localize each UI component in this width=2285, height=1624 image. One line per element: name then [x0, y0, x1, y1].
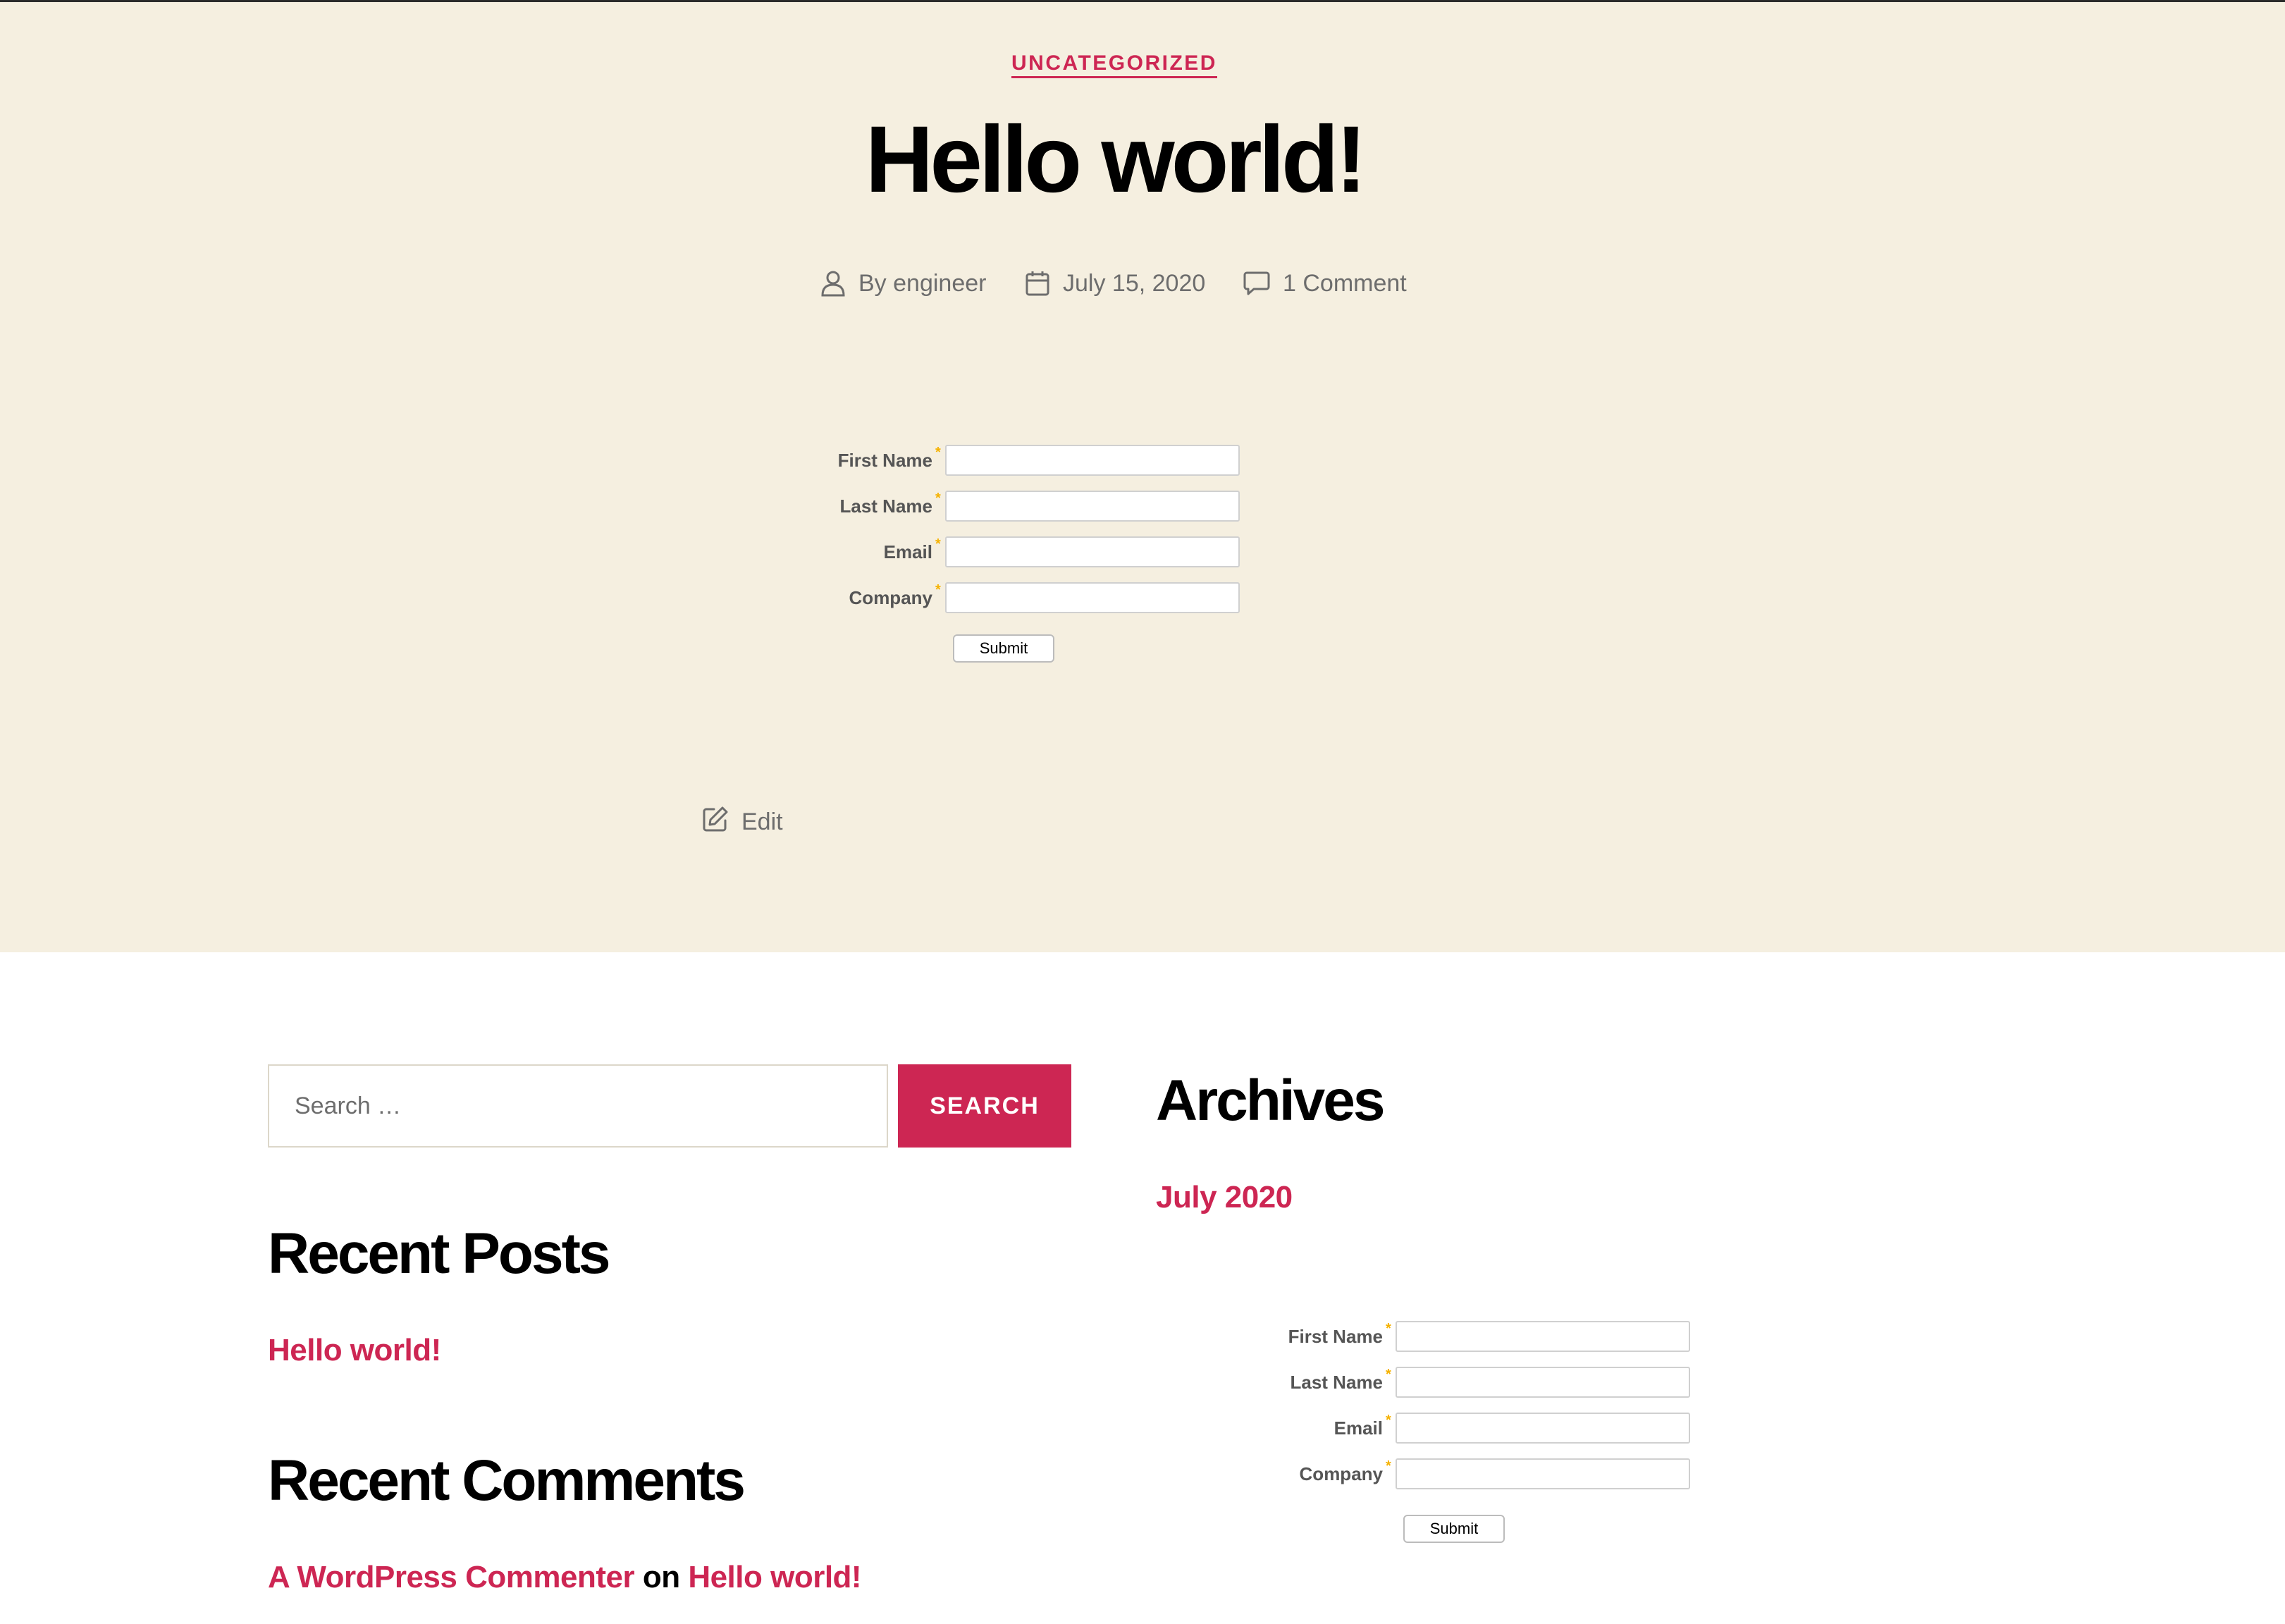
submit-button[interactable]: Submit — [953, 634, 1054, 663]
form-row-email: Email * — [777, 536, 1240, 567]
date-text[interactable]: July 15, 2020 — [1063, 270, 1205, 297]
email-input[interactable] — [1395, 1413, 1690, 1444]
last-name-label: Last Name — [839, 495, 933, 517]
form-row-last-name: Last Name * — [777, 491, 1240, 522]
last-name-input[interactable] — [944, 491, 1240, 522]
recent-posts-title: Recent Posts — [268, 1222, 611, 1286]
post-title: Hello world! — [865, 107, 1367, 212]
post-author[interactable]: By engineer — [820, 266, 986, 301]
search-button[interactable]: SEARCH — [898, 1064, 1071, 1148]
form-row-first-name: First Name * — [1228, 1321, 1690, 1352]
user-icon — [820, 269, 846, 297]
email-label: Email — [883, 541, 932, 562]
required-marker: * — [935, 536, 941, 552]
post-comments[interactable]: 1 Comment — [1243, 266, 1407, 301]
recent-comment-item: A WordPress Commenter on Hello world! — [268, 1560, 862, 1595]
comment-connector: on — [642, 1560, 680, 1594]
form-row-first-name: First Name * — [777, 445, 1240, 476]
last-name-input[interactable] — [1395, 1367, 1690, 1398]
comment-author-link[interactable]: A WordPress Commenter — [268, 1560, 635, 1594]
edit-pencil-icon — [702, 806, 729, 839]
comment-bubble-icon — [1243, 271, 1270, 296]
required-marker: * — [1386, 1413, 1391, 1428]
company-label: Company — [849, 586, 932, 608]
submit-button[interactable]: Submit — [1403, 1515, 1505, 1543]
first-name-input[interactable] — [944, 445, 1240, 476]
archives-title: Archives — [1156, 1069, 1385, 1133]
required-marker: * — [935, 491, 941, 506]
company-input[interactable] — [944, 582, 1240, 613]
author-name[interactable]: By engineer — [858, 270, 986, 297]
company-label: Company — [1299, 1463, 1383, 1484]
email-input[interactable] — [944, 536, 1240, 567]
archive-month-link[interactable]: July 2020 — [1156, 1180, 1293, 1215]
form-row-company: Company * — [1228, 1458, 1690, 1489]
first-name-input[interactable] — [1395, 1321, 1690, 1352]
comments-count[interactable]: 1 Comment — [1283, 270, 1407, 297]
required-marker: * — [1386, 1321, 1391, 1336]
recent-post-link[interactable]: Hello world! — [268, 1333, 441, 1368]
last-name-label: Last Name — [1290, 1371, 1384, 1393]
required-marker: * — [935, 582, 941, 598]
required-marker: * — [1386, 1367, 1391, 1382]
form-row-last-name: Last Name * — [1228, 1367, 1690, 1398]
form-row-email: Email * — [1228, 1413, 1690, 1444]
post-header: UNCATEGORIZED Hello world! By engineer J… — [0, 2, 2285, 952]
category-link[interactable]: UNCATEGORIZED — [1011, 51, 1217, 78]
post-category: UNCATEGORIZED — [0, 51, 2229, 78]
search-input[interactable] — [268, 1064, 888, 1148]
first-name-label: First Name — [837, 449, 932, 471]
first-name-label: First Name — [1288, 1325, 1383, 1347]
recent-comments-title: Recent Comments — [268, 1448, 746, 1513]
email-label: Email — [1334, 1417, 1383, 1439]
form-row-company: Company * — [777, 582, 1240, 613]
edit-link[interactable]: Edit — [741, 808, 783, 836]
required-marker: * — [1386, 1458, 1391, 1474]
post-date[interactable]: July 15, 2020 — [1025, 266, 1205, 301]
edit-post[interactable]: Edit — [702, 806, 783, 837]
comment-post-link[interactable]: Hello world! — [688, 1560, 861, 1594]
calendar-icon — [1025, 270, 1050, 297]
required-marker: * — [935, 445, 941, 460]
company-input[interactable] — [1395, 1458, 1690, 1489]
